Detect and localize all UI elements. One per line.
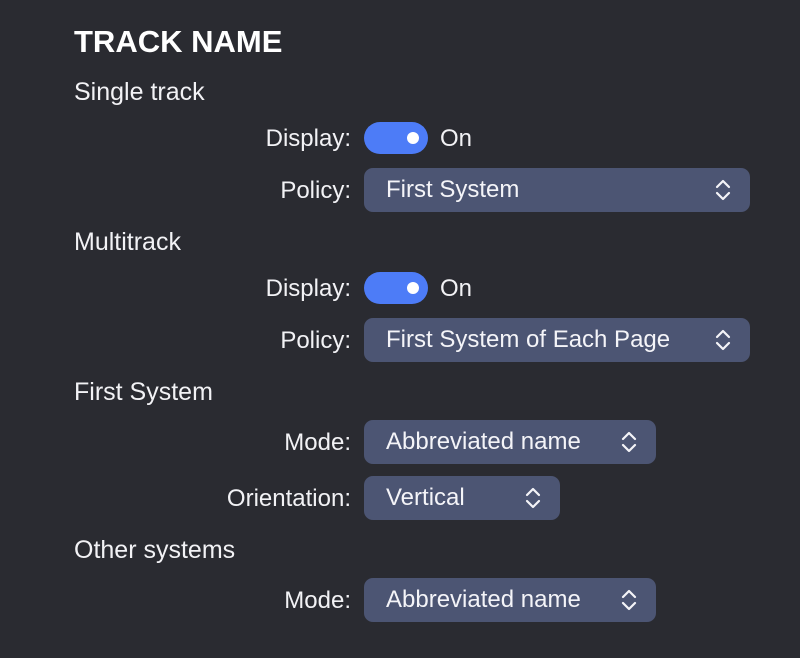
multitrack-policy-select[interactable]: First System of Each Page <box>364 318 750 362</box>
section-title: TRACK NAME <box>74 24 283 59</box>
first-system-mode-value: Abbreviated name <box>386 428 581 455</box>
other-systems-mode-select[interactable]: Abbreviated name <box>364 578 656 622</box>
single-track-policy-value: First System <box>386 176 520 203</box>
first-system-heading: First System <box>74 378 213 406</box>
single-track-policy-select[interactable]: First System <box>364 168 750 212</box>
multitrack-display-state: On <box>440 275 473 302</box>
chevron-up-down-icon <box>621 589 637 611</box>
first-system-orientation-select[interactable]: Vertical <box>364 476 560 520</box>
other-systems-mode-label: Mode: <box>284 587 351 614</box>
chevron-up-down-icon <box>525 487 541 509</box>
other-systems-mode-value: Abbreviated name <box>386 586 581 613</box>
multitrack-display-toggle[interactable] <box>364 272 428 304</box>
single-track-display-toggle[interactable] <box>364 122 428 154</box>
chevron-up-down-icon <box>715 179 731 201</box>
single-track-display-label: Display: <box>265 125 351 152</box>
single-track-display-state: On <box>440 125 473 152</box>
single-track-heading: Single track <box>74 78 205 106</box>
first-system-orientation-label: Orientation: <box>226 485 351 512</box>
other-systems-heading: Other systems <box>74 536 236 564</box>
first-system-orientation-value: Vertical <box>386 484 465 511</box>
chevron-up-down-icon <box>715 329 731 351</box>
single-track-policy-label: Policy: <box>280 177 351 204</box>
toggle-knob <box>407 282 419 294</box>
multitrack-policy-value: First System of Each Page <box>386 326 671 353</box>
chevron-up-down-icon <box>621 431 637 453</box>
toggle-knob <box>407 132 419 144</box>
first-system-mode-select[interactable]: Abbreviated name <box>364 420 656 464</box>
multitrack-policy-label: Policy: <box>280 327 351 354</box>
multitrack-display-label: Display: <box>265 275 351 302</box>
multitrack-heading: Multitrack <box>74 228 181 256</box>
first-system-mode-label: Mode: <box>284 429 351 456</box>
